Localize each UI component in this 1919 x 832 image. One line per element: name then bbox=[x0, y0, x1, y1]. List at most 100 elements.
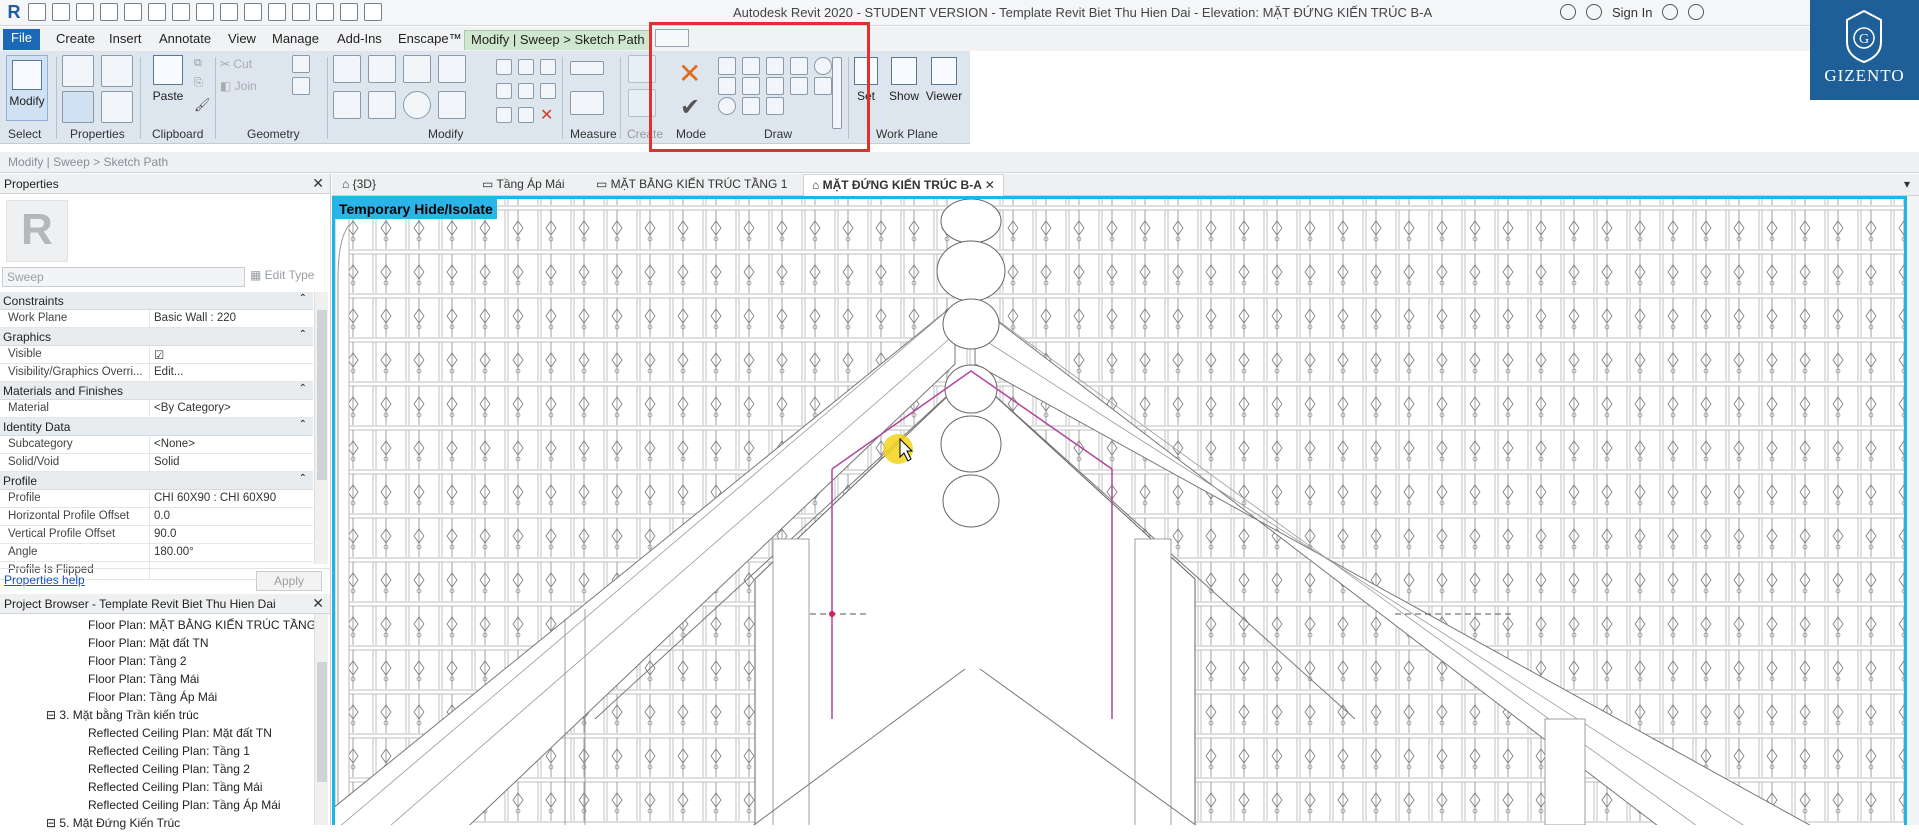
property-row[interactable]: Material <By Category> bbox=[0, 400, 313, 418]
tab-view[interactable]: View bbox=[222, 30, 262, 50]
sign-in-link[interactable]: Sign In bbox=[1612, 5, 1652, 20]
properties-scrollbar[interactable] bbox=[314, 292, 328, 564]
browser-tree-item[interactable]: Reflected Ceiling Plan: Tầng Mái bbox=[0, 778, 313, 796]
undo-icon[interactable] bbox=[100, 3, 118, 21]
mirror-axis-icon[interactable] bbox=[403, 55, 431, 83]
browser-tree-item[interactable]: Floor Plan: Tầng 2 bbox=[0, 652, 313, 670]
property-category[interactable]: Materials and Finishes ⌃ bbox=[0, 382, 313, 400]
scale-icon[interactable] bbox=[518, 83, 534, 99]
browser-tree-item[interactable]: Reflected Ceiling Plan: Tầng 2 bbox=[0, 760, 313, 778]
property-row[interactable]: Visibility/Graphics Overri... Edit... bbox=[0, 364, 313, 382]
type-properties-icon[interactable] bbox=[62, 91, 94, 123]
property-row[interactable]: Vertical Profile Offset 90.0 bbox=[0, 526, 313, 544]
rotate-icon[interactable] bbox=[403, 91, 431, 119]
aligned-dimension-icon[interactable] bbox=[196, 3, 214, 21]
browser-tree-item[interactable]: Floor Plan: Tầng Áp Mái bbox=[0, 688, 313, 706]
geometry-tool-icon[interactable] bbox=[292, 55, 310, 73]
mirror-line-icon[interactable] bbox=[438, 55, 466, 83]
tab-mat-dung-b-a[interactable]: ⌂ MẶT ĐỨNG KIẾN TRÚC B-A ✕ bbox=[803, 174, 1004, 196]
measure-icon[interactable] bbox=[172, 3, 190, 21]
collapse-icon[interactable]: ⌃ bbox=[299, 419, 307, 430]
unpin-icon[interactable] bbox=[540, 83, 556, 99]
drawing-canvas[interactable]: Temporary Hide/Isolate bbox=[332, 196, 1907, 825]
split-gap-icon[interactable] bbox=[518, 59, 534, 75]
family-category-icon[interactable] bbox=[101, 91, 133, 123]
browser-tree-item[interactable]: Floor Plan: Mặt đất TN bbox=[0, 634, 313, 652]
thin-lines-icon[interactable] bbox=[316, 3, 334, 21]
view-navigation-strip[interactable] bbox=[1907, 196, 1919, 825]
move-icon[interactable] bbox=[333, 91, 361, 119]
expand-collapse-icon[interactable]: ⊟ bbox=[46, 816, 59, 830]
property-row[interactable]: Angle 180.00° bbox=[0, 544, 313, 562]
browser-scrollbar[interactable] bbox=[314, 614, 328, 825]
edit-type-button[interactable]: ▦ Edit Type bbox=[250, 268, 314, 282]
close-icon[interactable]: ✕ bbox=[312, 595, 324, 612]
tab-3d-view[interactable]: ⌂ {3D} bbox=[342, 177, 376, 191]
delete-icon[interactable]: ✕ bbox=[540, 105, 553, 125]
array-icon[interactable] bbox=[496, 83, 512, 99]
sync-icon[interactable] bbox=[76, 3, 94, 21]
tab-enscape[interactable]: Enscape™ bbox=[392, 30, 468, 50]
property-row[interactable]: Subcategory <None> bbox=[0, 436, 313, 454]
revit-logo-icon[interactable]: R bbox=[4, 2, 24, 22]
close-hidden-windows-icon[interactable] bbox=[340, 3, 358, 21]
pin-icon[interactable] bbox=[540, 59, 556, 75]
properties-help-link[interactable]: Properties help bbox=[4, 573, 85, 587]
browser-tree-item[interactable]: Reflected Ceiling Plan: Mặt đất TN bbox=[0, 724, 313, 742]
tab-modify-sweep-sketch-path[interactable]: Modify | Sweep > Sketch Path bbox=[464, 30, 652, 50]
browser-tree-item[interactable]: ⊟ 3. Mặt bằng Trần kiến trúc bbox=[0, 706, 313, 724]
copy-to-clipboard-icon[interactable]: ⎘ bbox=[194, 77, 203, 90]
property-category[interactable]: Profile ⌃ bbox=[0, 472, 313, 490]
browser-tree-item[interactable]: Reflected Ceiling Plan: Tầng Áp Mái bbox=[0, 796, 313, 814]
redo-icon[interactable] bbox=[124, 3, 142, 21]
tab-add-ins[interactable]: Add-Ins bbox=[331, 30, 388, 50]
measure-between-icon[interactable] bbox=[570, 61, 604, 75]
paste-button[interactable]: Paste bbox=[148, 55, 188, 121]
wall-joins-icon[interactable] bbox=[292, 77, 310, 95]
collapse-icon[interactable]: ⌃ bbox=[299, 329, 307, 340]
search-icon[interactable] bbox=[1560, 4, 1576, 20]
property-row[interactable]: Work Plane Basic Wall : 220 bbox=[0, 310, 313, 328]
trim-single-icon[interactable] bbox=[496, 107, 512, 123]
apply-button[interactable]: Apply bbox=[256, 571, 322, 591]
split-icon[interactable] bbox=[496, 59, 512, 75]
copy-element-icon[interactable] bbox=[368, 91, 396, 119]
collapse-icon[interactable]: ⌃ bbox=[299, 293, 307, 304]
expand-collapse-icon[interactable]: ⊟ bbox=[46, 708, 59, 722]
show-work-plane-button[interactable]: Show bbox=[886, 57, 922, 103]
align-icon[interactable] bbox=[333, 55, 361, 83]
match-type-icon[interactable]: 🖌 bbox=[194, 97, 211, 113]
collapse-icon[interactable]: ⌃ bbox=[299, 473, 307, 484]
property-category[interactable]: Constraints ⌃ bbox=[0, 292, 313, 310]
collapse-icon[interactable]: ⌃ bbox=[299, 383, 307, 394]
elevation-drawing[interactable] bbox=[335, 199, 1904, 825]
tab-insert[interactable]: Insert bbox=[103, 30, 148, 50]
property-row[interactable]: Horizontal Profile Offset 0.0 bbox=[0, 508, 313, 526]
tag-icon[interactable] bbox=[220, 3, 238, 21]
cut-geometry-button[interactable]: ✂ Cut bbox=[220, 57, 252, 71]
property-row[interactable]: Visible ☑ bbox=[0, 346, 313, 364]
trim-multiple-icon[interactable] bbox=[518, 107, 534, 123]
tab-create[interactable]: Create bbox=[50, 30, 101, 50]
modify-button[interactable]: Modify bbox=[6, 55, 48, 121]
browser-tree-item[interactable]: Floor Plan: Tầng Mái bbox=[0, 670, 313, 688]
save-icon[interactable] bbox=[52, 3, 70, 21]
cart-icon[interactable] bbox=[1662, 4, 1679, 20]
work-plane-viewer-button[interactable]: Viewer bbox=[924, 57, 964, 103]
print-icon[interactable] bbox=[148, 3, 166, 21]
browser-tree-item[interactable]: ⊟ 5. Mặt Đứng Kiến Trúc bbox=[0, 814, 313, 832]
property-row[interactable]: Solid/Void Solid bbox=[0, 454, 313, 472]
tab-overflow-icon[interactable]: ▾ bbox=[1904, 177, 1910, 191]
default-3d-view-icon[interactable] bbox=[268, 3, 286, 21]
property-category[interactable]: Identity Data ⌃ bbox=[0, 418, 313, 436]
browser-tree-item[interactable]: Floor Plan: MẶT BẰNG KIẾN TRÚC TẦNG 1 bbox=[0, 616, 326, 634]
close-icon[interactable]: ✕ bbox=[312, 175, 324, 192]
text-icon[interactable] bbox=[244, 3, 262, 21]
user-icon[interactable] bbox=[1586, 4, 1602, 20]
switch-windows-icon[interactable] bbox=[364, 3, 382, 21]
type-selector[interactable]: Sweep bbox=[2, 267, 245, 287]
tab-tang-ap-mai[interactable]: ▭ Tầng Áp Mái bbox=[482, 177, 565, 191]
close-tab-icon[interactable]: ✕ bbox=[985, 178, 995, 192]
properties-icon[interactable] bbox=[62, 55, 94, 87]
property-row[interactable]: Profile CHI 60X90 : CHI 60X90 bbox=[0, 490, 313, 508]
